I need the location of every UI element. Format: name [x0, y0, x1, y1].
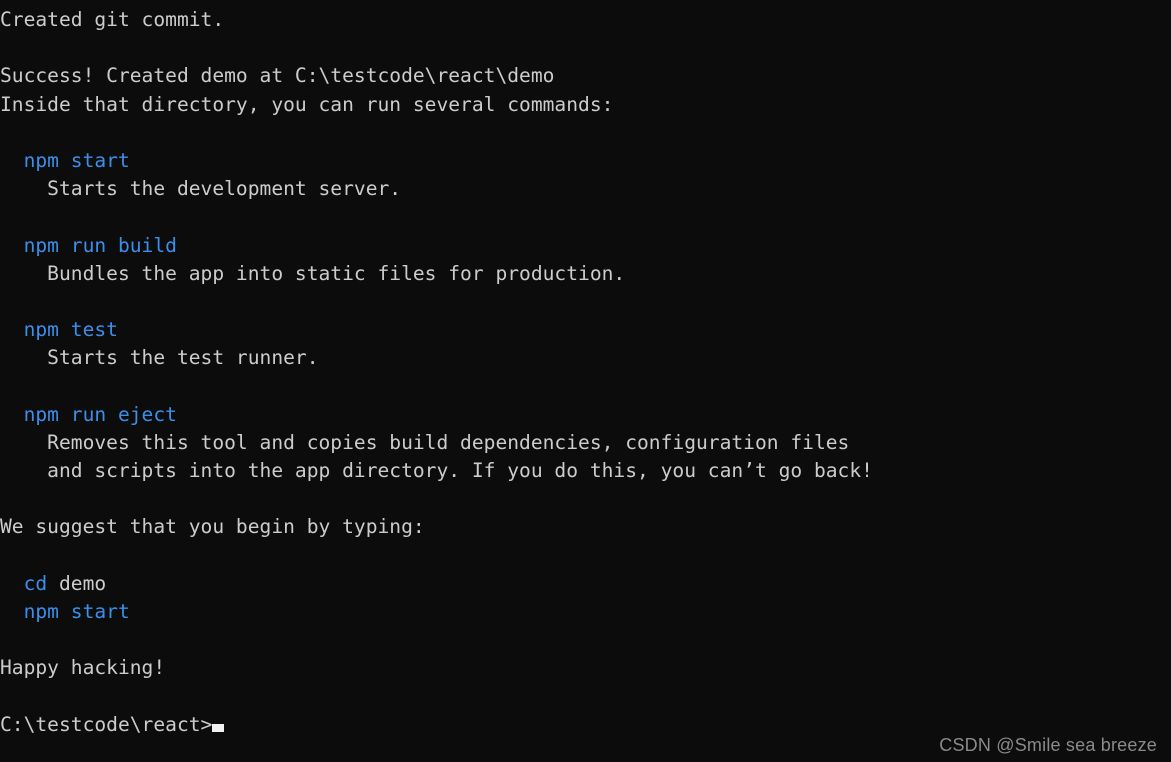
line-cmd-npm-start-2: npm start: [0, 598, 873, 626]
line-blank-5: [0, 372, 873, 400]
line-cmd-npm-test: npm test: [0, 316, 873, 344]
line-success-created: Success! Created demo at C:\testcode\rea…: [0, 62, 873, 90]
line-desc-npm-start: Starts the development server.: [0, 175, 873, 203]
csdn-watermark: CSDN @Smile sea breeze: [939, 735, 1157, 755]
terminal-output-text: demo: [47, 571, 107, 595]
line-blank-4: [0, 288, 873, 316]
line-desc-npm-run-eject-2: and scripts into the app directory. If y…: [0, 457, 873, 485]
line-blank-3: [0, 203, 873, 231]
line-desc-npm-run-eject-1: Removes this tool and copies build depen…: [0, 429, 873, 457]
line-desc-npm-run-build: Bundles the app into static files for pr…: [0, 260, 873, 288]
line-desc-npm-test: Starts the test runner.: [0, 344, 873, 372]
terminal-command-text: npm start: [23, 148, 130, 172]
line-we-suggest: We suggest that you begin by typing:: [0, 513, 873, 541]
terminal-output-text: Starts the development server.: [0, 177, 402, 201]
line-blank-6: [0, 485, 873, 513]
terminal-output-text: We suggest that you begin by typing:: [0, 515, 425, 539]
terminal-output-text: Created git commit.: [0, 8, 225, 31]
line-blank-8: [0, 626, 873, 654]
terminal-command-text: npm start: [23, 599, 130, 623]
line-inside-directory: Inside that directory, you can run sever…: [0, 91, 873, 119]
terminal-output-text: [0, 403, 24, 426]
terminal-cursor: [212, 723, 225, 732]
line-cmd-npm-run-eject: npm run eject: [0, 401, 873, 429]
line-blank-2: [0, 119, 873, 147]
terminal-command-text: npm run build: [23, 233, 177, 257]
terminal-output-text: Removes this tool and copies build depen…: [0, 430, 850, 454]
terminal-output-text: and scripts into the app directory. If y…: [0, 459, 873, 482]
terminal-command-text: cd: [23, 571, 48, 595]
terminal-output-text: Inside that directory, you can run sever…: [0, 92, 614, 116]
terminal-output-text: [0, 149, 24, 172]
terminal-output-text: Starts the test runner.: [0, 346, 319, 370]
line-blank-9: [0, 683, 873, 711]
terminal-output-text: Happy hacking!: [0, 656, 166, 680]
terminal-output-buffer[interactable]: Created git commit. Success! Created demo…: [0, 6, 873, 739]
terminal-window[interactable]: Created git commit. Success! Created demo…: [0, 0, 1171, 762]
terminal-output-text: C:\testcode\react>: [0, 712, 213, 736]
line-prompt: C:\testcode\react>: [0, 711, 873, 739]
line-cmd-npm-run-build: npm run build: [0, 232, 873, 260]
line-cmd-cd-demo: cd demo: [0, 570, 873, 598]
terminal-output-text: Bundles the app into static files for pr…: [0, 261, 626, 285]
terminal-command-text: npm test: [23, 318, 118, 342]
line-happy-hacking: Happy hacking!: [0, 654, 873, 682]
terminal-output-text: Success! Created demo at C:\testcode\rea…: [0, 64, 555, 88]
line-blank-1: [0, 34, 873, 62]
line-created-git-commit: Created git commit.: [0, 6, 873, 34]
terminal-output-text: [0, 318, 24, 341]
terminal-output-text: [0, 234, 24, 257]
line-cmd-npm-start: npm start: [0, 147, 873, 175]
line-blank-7: [0, 542, 873, 570]
terminal-command-text: npm run eject: [23, 402, 177, 426]
terminal-output-text: [0, 600, 24, 623]
terminal-output-text: [0, 572, 24, 595]
